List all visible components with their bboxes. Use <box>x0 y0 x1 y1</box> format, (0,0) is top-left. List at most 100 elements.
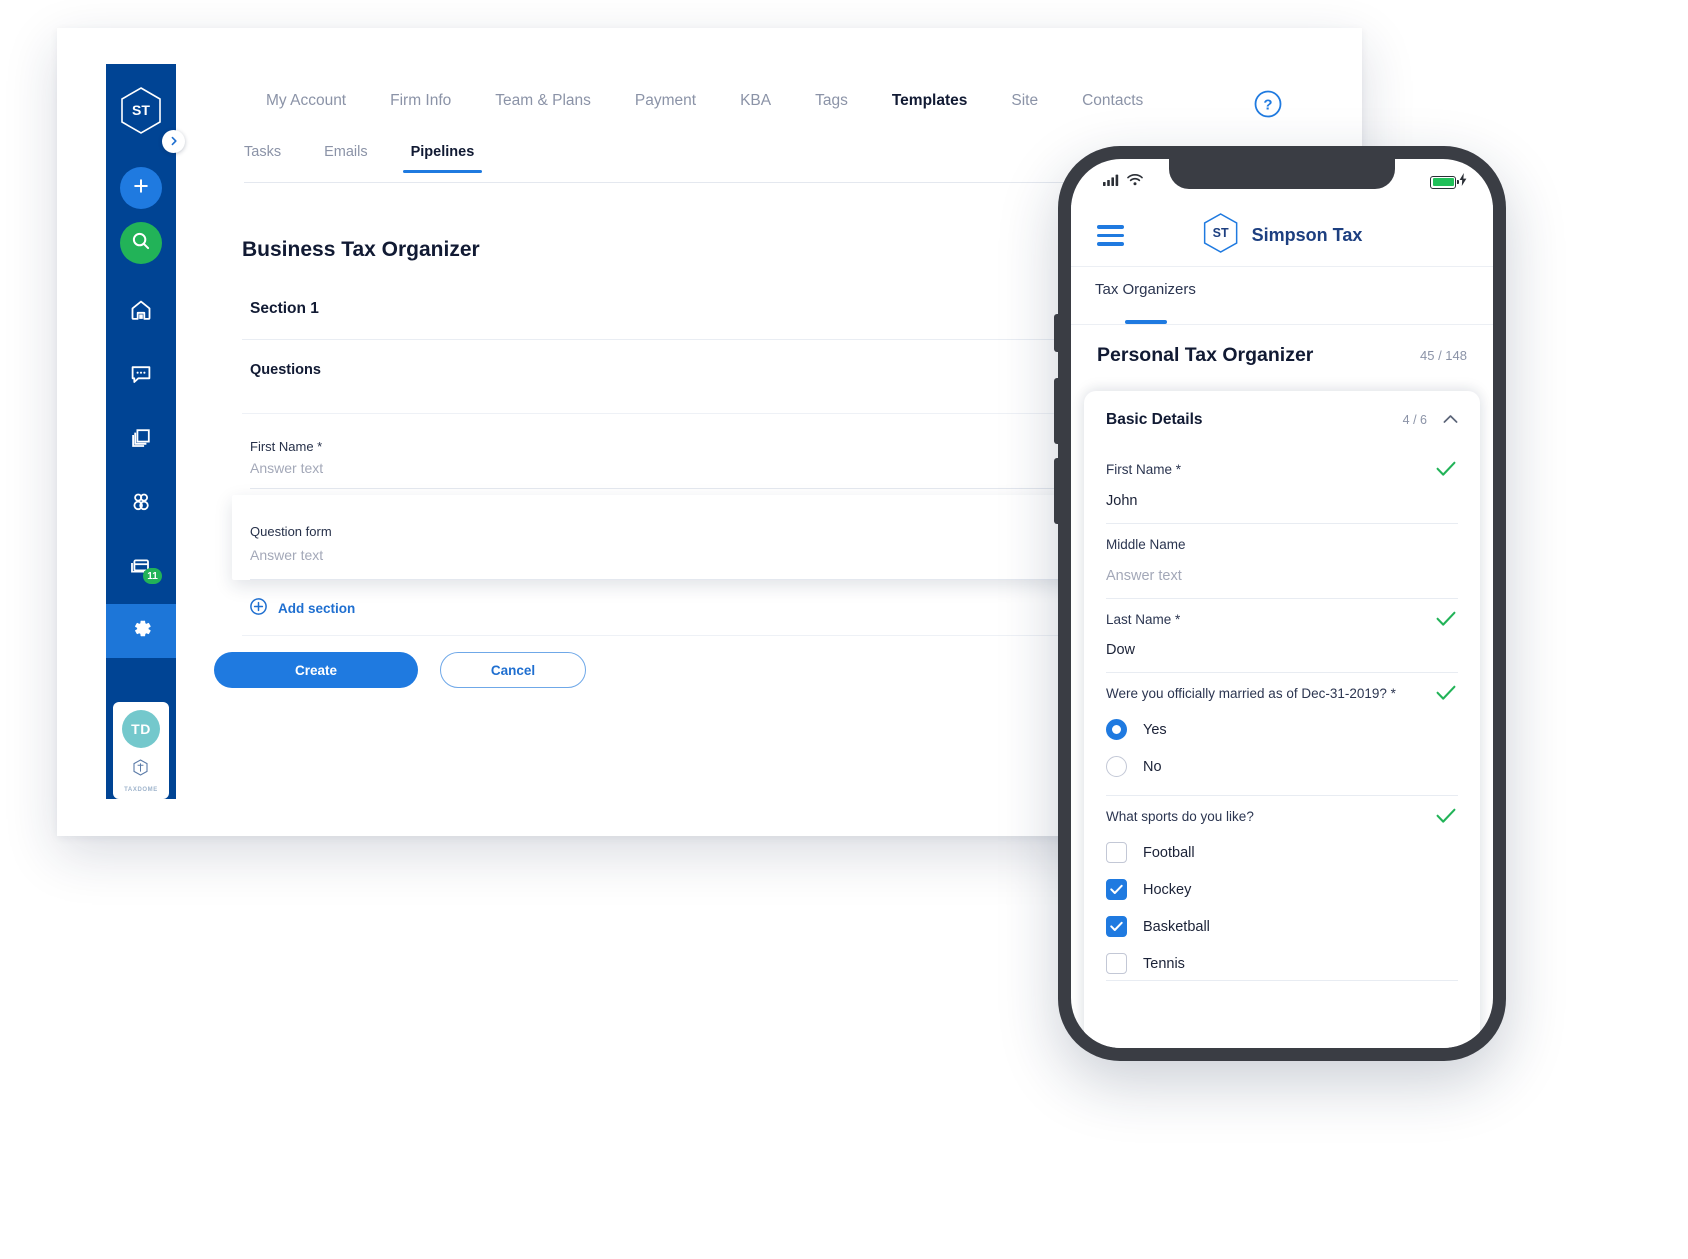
charging-bolt-icon <box>1459 173 1467 191</box>
user-menu[interactable]: TD TAXDOME <box>113 702 169 799</box>
form-field[interactable]: What sports do you like? Football Hockey Ba… <box>1106 796 1458 982</box>
status-left <box>1103 173 1143 191</box>
form-field[interactable]: Last Name * Dow <box>1106 599 1458 674</box>
mobile-brand-name: Simpson Tax <box>1251 225 1363 245</box>
phone-screen: ST Simpson Tax Tax Organizers Personal T… <box>1071 159 1493 1048</box>
top-nav-list: My Account Firm Info Team & Plans Payment KB… <box>176 92 1165 110</box>
radio-option[interactable]: No <box>1106 756 1458 778</box>
card-field-list: First Name * John Middle Name Answer text La… <box>1106 449 1458 982</box>
question-answer-placeholder: Answer text <box>250 547 324 563</box>
checkbox-unchecked-icon[interactable] <box>1106 953 1127 975</box>
battery-charging-icon <box>1430 175 1459 189</box>
taxdome-brand: TAXDOME <box>124 759 158 793</box>
checkbox-unchecked-icon[interactable] <box>1106 842 1127 864</box>
search-icon <box>131 231 151 256</box>
taxdome-logo-icon <box>133 759 149 781</box>
field-value[interactable]: John <box>1106 493 1458 509</box>
phone-volume-down-button <box>1054 458 1058 524</box>
field-completed-check-icon <box>1436 611 1456 632</box>
card-header[interactable]: Basic Details 4 / 6 <box>1106 391 1458 449</box>
top-navigation: My Account Firm Info Team & Plans Payment KB… <box>176 64 1362 144</box>
gear-icon <box>129 616 154 646</box>
billing-badge-count: 11 <box>143 568 162 584</box>
mobile-tab-bar: Tax Organizers <box>1071 267 1493 325</box>
card-progress-count: 4 / 6 <box>1402 413 1427 427</box>
option-label: Tennis <box>1143 955 1185 972</box>
tab-tax-organizers[interactable]: Tax Organizers <box>1095 281 1196 298</box>
chevron-right-icon <box>169 133 179 151</box>
field-label: First Name * <box>1106 462 1182 477</box>
mobile-brand: ST Simpson Tax <box>1202 212 1363 259</box>
field-completed-check-icon <box>1436 808 1456 829</box>
card-title: Basic Details <box>1106 411 1203 428</box>
radio-unselected-icon[interactable] <box>1106 756 1127 778</box>
sidebar-item-settings[interactable] <box>106 604 176 658</box>
nav-item-site[interactable]: Site <box>989 92 1060 110</box>
nav-item-team-plans[interactable]: Team & Plans <box>473 92 613 110</box>
field-label: What sports do you like? <box>1106 809 1254 825</box>
tab-emails[interactable]: Emails <box>324 144 368 173</box>
cancel-button[interactable]: Cancel <box>440 652 586 688</box>
checkbox-option[interactable]: Tennis <box>1106 953 1458 975</box>
checkbox-option[interactable]: Football <box>1106 842 1458 864</box>
expand-sidebar-button[interactable] <box>162 130 185 153</box>
form-field[interactable]: Were you officially married as of Dec-31… <box>1106 673 1458 797</box>
help-circle-icon[interactable]: ? <box>1254 90 1282 118</box>
sidebar-item-contacts[interactable] <box>106 482 176 526</box>
checkbox-option[interactable]: Basketball <box>1106 916 1458 938</box>
checkbox-option[interactable]: Hockey <box>1106 879 1458 901</box>
nav-item-contacts[interactable]: Contacts <box>1060 92 1165 110</box>
nav-item-tags[interactable]: Tags <box>793 92 870 110</box>
tab-tasks[interactable]: Tasks <box>244 144 281 173</box>
sidebar-item-home[interactable] <box>106 290 176 334</box>
plus-icon <box>132 177 150 199</box>
page-title: Business Tax Organizer <box>242 238 480 261</box>
form-field[interactable]: First Name * John <box>1106 449 1458 524</box>
sidebar-item-chats[interactable] <box>106 354 176 398</box>
add-section-button[interactable]: Add section <box>250 598 355 618</box>
plus-circle-icon <box>250 598 267 618</box>
create-button[interactable]: Create <box>214 652 418 688</box>
field-placeholder[interactable]: Answer text <box>1106 568 1458 584</box>
checkbox-checked-icon[interactable] <box>1106 916 1127 938</box>
questions-label: Questions <box>250 362 321 378</box>
contacts-icon <box>129 490 153 519</box>
nav-item-my-account[interactable]: My Account <box>244 92 368 110</box>
wifi-icon <box>1127 173 1143 191</box>
field-completed-check-icon <box>1436 685 1456 706</box>
organizer-header: Personal Tax Organizer 45 / 148 <box>1071 326 1493 384</box>
add-new-button[interactable] <box>120 167 162 209</box>
screenshot-stage: My Account Firm Info Team & Plans Payment KB… <box>0 0 1688 1259</box>
svg-text:ST: ST <box>1213 226 1229 240</box>
field-value[interactable]: Dow <box>1106 642 1458 658</box>
radio-option[interactable]: Yes <box>1106 719 1458 741</box>
phone-notch <box>1169 159 1395 189</box>
field-completed-check-icon <box>1436 461 1456 482</box>
hamburger-menu-icon[interactable] <box>1097 225 1124 246</box>
tab-active-indicator <box>1125 320 1167 324</box>
search-button[interactable] <box>120 222 162 264</box>
nav-item-payment[interactable]: Payment <box>613 92 718 110</box>
organizer-section-card: Basic Details 4 / 6 First Name * John Midd… <box>1084 391 1480 1048</box>
cellular-signal-icon <box>1103 173 1120 191</box>
sidebar-item-billing[interactable]: 11 <box>106 546 176 590</box>
question-label: Question form <box>250 524 332 539</box>
option-label: Yes <box>1143 721 1167 738</box>
option-label: No <box>1143 758 1162 775</box>
checkbox-checked-icon[interactable] <box>1106 879 1127 901</box>
form-field[interactable]: Middle Name Answer text <box>1106 524 1458 599</box>
chevron-up-icon[interactable] <box>1443 411 1458 429</box>
svg-text:ST: ST <box>132 102 150 118</box>
documents-icon <box>129 426 153 455</box>
nav-item-kba[interactable]: KBA <box>718 92 793 110</box>
left-sidebar-rail: ST 11 TD TAXDOME <box>106 64 176 799</box>
app-logo[interactable]: ST <box>119 86 163 135</box>
sidebar-item-documents[interactable] <box>106 418 176 462</box>
card-header-right: 4 / 6 <box>1403 411 1458 429</box>
radio-selected-icon[interactable] <box>1106 719 1127 741</box>
tab-pipelines[interactable]: Pipelines <box>402 144 482 173</box>
nav-item-templates[interactable]: Templates <box>870 92 990 110</box>
add-section-label: Add section <box>278 600 356 616</box>
option-label: Hockey <box>1143 881 1192 898</box>
nav-item-firm-info[interactable]: Firm Info <box>368 92 473 110</box>
